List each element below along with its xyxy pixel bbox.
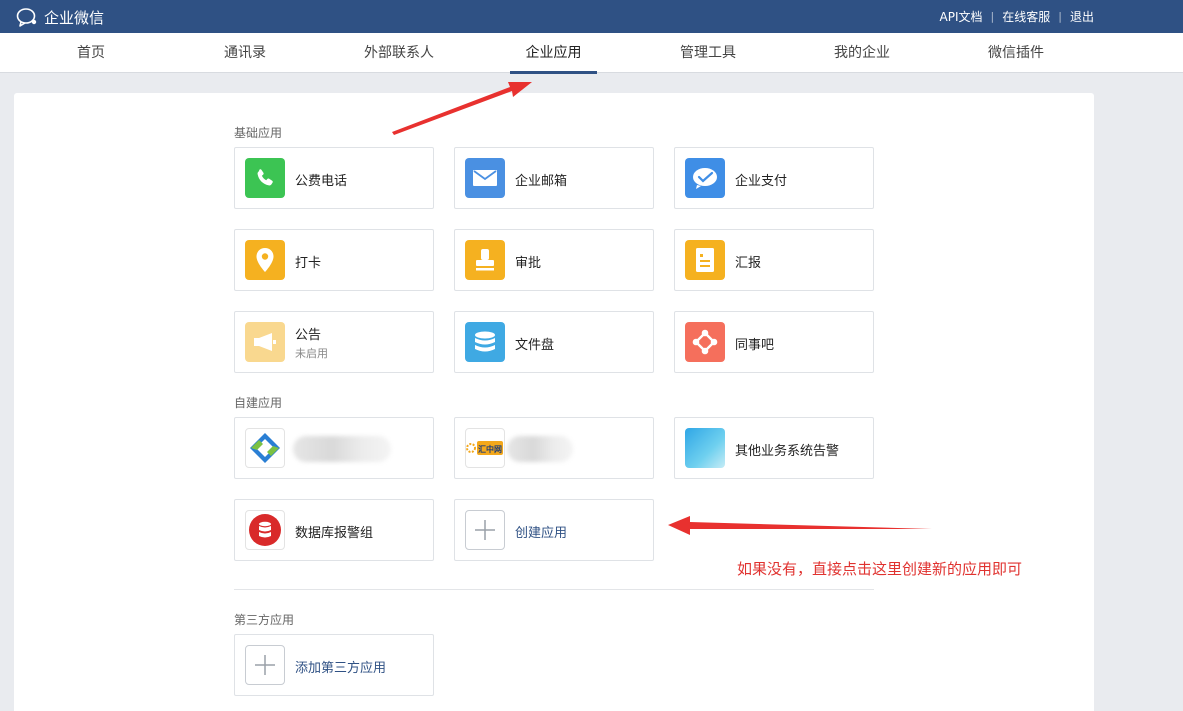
phone-icon [245,158,285,198]
app-name: 添加第三方应用 [295,661,387,676]
tab-contacts[interactable]: 通讯录 [205,33,285,73]
brand[interactable]: 企业微信 [16,6,104,28]
app-card-approval[interactable]: 审批 [454,229,654,291]
app-card-colleague[interactable]: 同事吧 [674,311,874,373]
logout-link[interactable]: 退出 [1070,8,1094,25]
top-bar: 企业微信 API文档 | 在线客服 | 退出 [0,0,1183,33]
link-separator: | [1058,10,1062,23]
app-name: 数据库报警组 [295,526,374,541]
app-name: 其他业务系统告警 [735,444,840,459]
app-logo-icon [245,428,285,468]
section-divider [234,589,874,590]
mail-icon [465,158,505,198]
plus-icon [465,510,505,550]
link-separator: | [990,10,995,23]
brand-name: 企业微信 [44,8,105,27]
app-card-notice[interactable]: 公告 未启用 [234,311,434,373]
app-name: 公告 [295,328,322,343]
section-title-custom: 自建应用 [234,396,283,410]
wework-logo-icon [16,8,37,27]
app-card-db-alerts[interactable]: 数据库报警组 [234,499,434,561]
tab-wechat-plugin[interactable]: 微信插件 [976,33,1056,73]
app-name: 创建应用 [515,526,568,541]
tab-home[interactable]: 首页 [51,33,131,73]
tab-external-contacts[interactable]: 外部联系人 [354,33,444,73]
app-name: 同事吧 [735,338,775,353]
app-card-custom-1[interactable] [234,417,434,479]
add-third-party-app-button[interactable]: 添加第三方应用 [234,634,434,696]
tab-management-tools[interactable]: 管理工具 [668,33,748,73]
app-name: 企业支付 [735,174,788,189]
app-status: 未启用 [295,347,328,360]
location-icon [245,240,285,280]
gradient-tile-icon [685,428,725,468]
app-name: 企业邮箱 [515,174,568,189]
header-links: API文档 | 在线客服 | 退出 [940,8,1094,25]
tab-my-enterprise[interactable]: 我的企业 [822,33,902,73]
stamp-icon [465,240,505,280]
app-card-phone[interactable]: 公费电话 [234,147,434,209]
app-name: 审批 [515,256,542,271]
huizhong-logo-icon: 汇中网 [465,428,505,468]
api-docs-link[interactable]: API文档 [940,8,983,25]
app-name: 打卡 [295,256,322,271]
app-name: 公费电话 [295,174,348,189]
annotation-text: 如果没有，直接点击这里创建新的应用即可 [737,560,1023,578]
app-name: 汇报 [735,256,762,271]
app-card-mail[interactable]: 企业邮箱 [454,147,654,209]
app-card-other-alerts[interactable]: 其他业务系统告警 [674,417,874,479]
disk-icon [465,322,505,362]
app-card-checkin[interactable]: 打卡 [234,229,434,291]
blurred-app-name [293,436,391,462]
online-service-link[interactable]: 在线客服 [1002,8,1050,25]
app-card-disk[interactable]: 文件盘 [454,311,654,373]
report-icon [685,240,725,280]
app-card-pay[interactable]: 企业支付 [674,147,874,209]
megaphone-icon [245,322,285,362]
section-title-basic: 基础应用 [234,126,283,140]
app-card-custom-2[interactable]: 汇中网 [454,417,654,479]
main-nav: 首页 通讯录 外部联系人 企业应用 管理工具 我的企业 微信插件 [0,33,1183,74]
pay-icon [685,158,725,198]
section-title-third-party: 第三方应用 [234,613,295,627]
app-card-report[interactable]: 汇报 [674,229,874,291]
blurred-app-name [507,436,573,462]
create-app-button[interactable]: 创建应用 [454,499,654,561]
plus-icon [245,645,285,685]
colleague-icon [685,322,725,362]
logo-text: 汇中网 [478,444,502,454]
tab-enterprise-apps[interactable]: 企业应用 [510,33,597,74]
database-icon [245,510,285,550]
app-name: 文件盘 [515,338,555,353]
